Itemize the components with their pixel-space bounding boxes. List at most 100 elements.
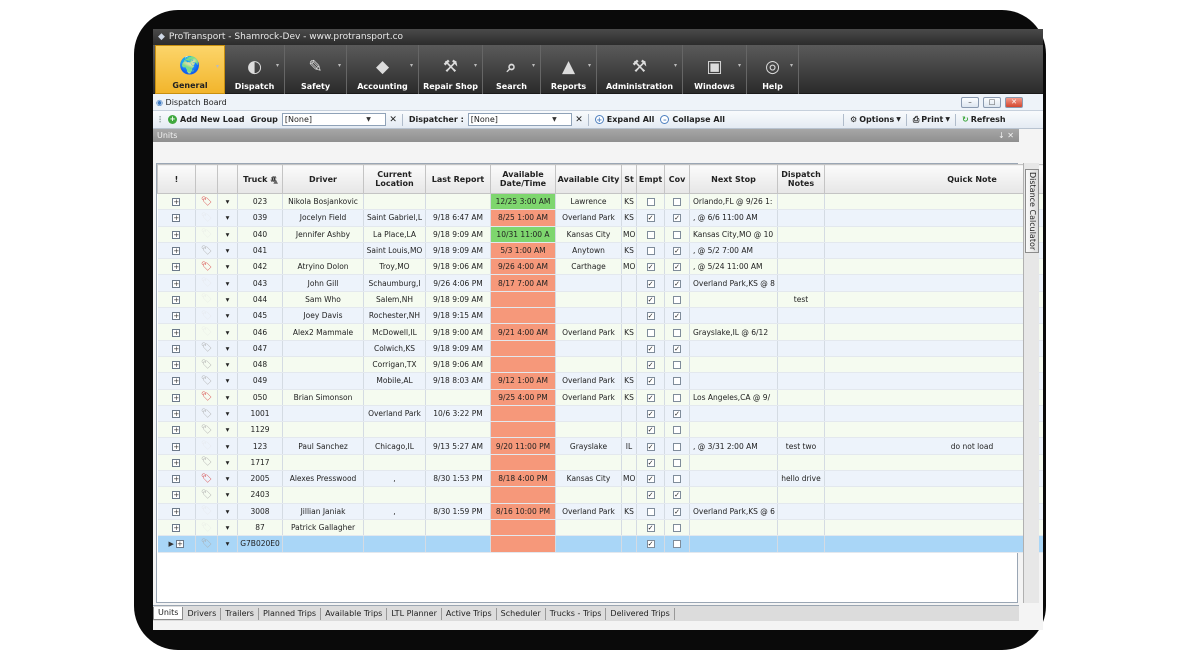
last-report-cell[interactable]: 9/26 4:06 PM: [425, 274, 491, 292]
expand-row-icon[interactable]: +: [172, 524, 181, 533]
available-city-cell[interactable]: Kansas City: [555, 226, 622, 243]
driver-cell[interactable]: Sam Who: [282, 291, 364, 309]
state-cell[interactable]: [621, 535, 637, 553]
available-datetime-cell[interactable]: 9/26 4:00 AM: [490, 258, 556, 276]
tab-trailers[interactable]: Trailers: [221, 607, 259, 620]
table-row[interactable]: + 🏷 ▾ 044 Sam Who Salem,NH 9/18 9:09 AM ✓ test: [157, 291, 1043, 309]
ribbon-general-button[interactable]: 🌍 ▾ General: [155, 45, 225, 94]
location-cell[interactable]: [363, 535, 426, 553]
next-stop-cell[interactable]: [689, 519, 778, 537]
row-menu-dropdown[interactable]: ▾: [217, 535, 238, 553]
location-cell[interactable]: [363, 389, 426, 406]
column-header[interactable]: [195, 164, 218, 194]
state-cell[interactable]: MO: [621, 470, 637, 488]
driver-cell[interactable]: [282, 356, 364, 374]
dispatcher-select[interactable]: [None] ▼ ✕: [467, 113, 583, 126]
checkbox[interactable]: [673, 475, 681, 484]
ribbon-administration-button[interactable]: ⚒ ▾ Administration: [597, 45, 683, 94]
empty-checkbox[interactable]: [636, 323, 665, 341]
row-menu-dropdown[interactable]: ▾: [217, 242, 238, 260]
last-report-cell[interactable]: [425, 454, 491, 472]
expand-cell[interactable]: +: [157, 323, 196, 341]
table-row[interactable]: + 🏷 ▾ 049 Mobile,AL 9/18 8:03 AM 9/12 1:00 AM O…: [157, 372, 1043, 390]
available-city-cell[interactable]: [555, 340, 622, 357]
available-datetime-cell[interactable]: 9/20 11:00 PM: [490, 437, 556, 455]
truck-cell[interactable]: 1129: [237, 421, 283, 439]
driver-cell[interactable]: [282, 454, 364, 472]
dispatch-notes-cell[interactable]: [777, 209, 825, 227]
state-cell[interactable]: MO: [621, 258, 637, 276]
available-city-cell[interactable]: Overland Park: [555, 389, 622, 406]
expand-cell[interactable]: +: [157, 291, 196, 309]
available-city-cell[interactable]: Anytown: [555, 242, 622, 260]
state-cell[interactable]: KS: [621, 242, 637, 260]
last-report-cell[interactable]: 9/18 9:09 AM: [425, 291, 491, 309]
table-row[interactable]: + 🏷 ▾ 047 Colwich,KS 9/18 9:09 AM ✓ ✓: [157, 340, 1043, 357]
location-cell[interactable]: [363, 193, 426, 211]
quick-note-cell[interactable]: [824, 389, 1043, 406]
truck-cell[interactable]: 123: [237, 437, 283, 455]
quick-note-cell[interactable]: [824, 193, 1043, 211]
quick-note-cell[interactable]: [824, 258, 1043, 276]
expand-cell[interactable]: +: [157, 258, 196, 276]
next-stop-cell[interactable]: [689, 307, 778, 325]
quick-note-cell[interactable]: [824, 242, 1043, 260]
last-report-cell[interactable]: 9/18 6:47 AM: [425, 209, 491, 227]
driver-cell[interactable]: [282, 372, 364, 390]
available-datetime-cell[interactable]: [490, 307, 556, 325]
checkbox[interactable]: ✓: [673, 507, 681, 516]
checkbox[interactable]: ✓: [646, 442, 655, 451]
state-cell[interactable]: [621, 274, 637, 292]
table-row[interactable]: + 🏷 ▾ 046 Alex2 Mammale McDowell,IL 9/18 9:00 …: [157, 323, 1043, 341]
expand-cell[interactable]: +: [157, 437, 196, 455]
next-stop-cell[interactable]: [689, 291, 778, 309]
available-city-cell[interactable]: Overland Park: [555, 323, 622, 341]
checkbox[interactable]: ✓: [646, 312, 655, 321]
covered-checkbox[interactable]: ✓: [664, 274, 690, 292]
dispatch-notes-cell[interactable]: [777, 405, 825, 423]
column-header[interactable]: Quick Note: [824, 164, 1043, 194]
available-city-cell[interactable]: Overland Park: [555, 503, 622, 520]
location-cell[interactable]: [363, 486, 426, 504]
checkbox[interactable]: [646, 328, 655, 337]
table-row[interactable]: ▶ + 🏷 ▾ G7B020E0 ✓: [157, 535, 1043, 553]
expand-row-icon[interactable]: +: [172, 263, 181, 272]
dispatch-notes-cell[interactable]: [777, 421, 825, 439]
dispatch-notes-cell[interactable]: [777, 323, 825, 341]
dispatch-notes-cell[interactable]: [777, 356, 825, 374]
last-report-cell[interactable]: 10/6 3:22 PM: [425, 405, 491, 423]
table-row[interactable]: + 🏷 ▾ 1001 Overland Park 10/6 3:22 PM ✓ ✓: [157, 405, 1043, 423]
driver-cell[interactable]: Jocelyn Field: [282, 209, 364, 227]
covered-checkbox[interactable]: [664, 519, 690, 537]
group-select[interactable]: [None] ▼ ✕: [281, 113, 397, 126]
row-menu-dropdown[interactable]: ▾: [217, 486, 238, 504]
row-menu-dropdown[interactable]: ▾: [217, 193, 238, 211]
available-datetime-cell[interactable]: 8/25 1:00 AM: [490, 209, 556, 227]
next-stop-cell[interactable]: [689, 486, 778, 504]
last-report-cell[interactable]: 8/30 1:59 PM: [425, 503, 491, 520]
checkbox[interactable]: [673, 230, 681, 239]
truck-cell[interactable]: 045: [237, 307, 283, 325]
expand-row-icon[interactable]: +: [172, 426, 181, 435]
state-cell[interactable]: [621, 421, 637, 439]
quick-note-cell[interactable]: [824, 340, 1043, 357]
last-report-cell[interactable]: 9/18 9:15 AM: [425, 307, 491, 325]
checkbox[interactable]: ✓: [646, 524, 655, 533]
expand-row-icon[interactable]: +: [172, 475, 181, 484]
last-report-cell[interactable]: [425, 389, 491, 406]
empty-checkbox[interactable]: ✓: [636, 405, 665, 423]
dispatch-notes-cell[interactable]: [777, 503, 825, 520]
dispatch-notes-cell[interactable]: [777, 242, 825, 260]
available-city-cell[interactable]: [555, 307, 622, 325]
expand-row-icon[interactable]: +: [172, 410, 181, 418]
column-header[interactable]: Next Stop: [689, 164, 778, 194]
row-menu-dropdown[interactable]: ▾: [217, 421, 238, 439]
location-cell[interactable]: ,: [363, 470, 426, 488]
tab-ltl-planner[interactable]: LTL Planner: [387, 607, 442, 620]
state-cell[interactable]: KS: [621, 389, 637, 406]
driver-cell[interactable]: Brian Simonson: [282, 389, 364, 406]
quick-note-cell[interactable]: [824, 372, 1043, 390]
expand-row-icon[interactable]: +: [172, 328, 181, 337]
row-menu-dropdown[interactable]: ▾: [217, 226, 238, 243]
truck-cell[interactable]: 041: [237, 242, 283, 260]
